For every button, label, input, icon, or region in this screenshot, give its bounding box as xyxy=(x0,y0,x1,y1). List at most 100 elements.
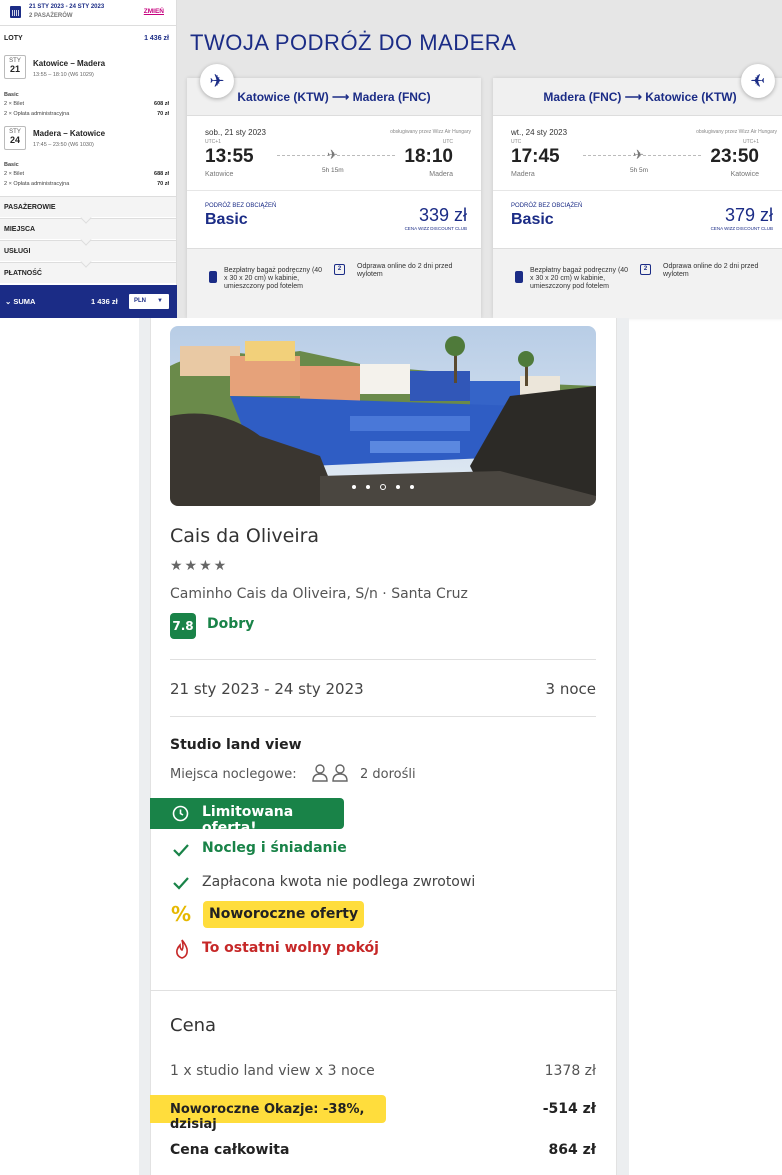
price-line-value: 1378 zł xyxy=(544,1063,596,1079)
plane-icon: ✈ xyxy=(200,64,234,98)
leg1-sub: 13:55 – 18:10 (W6 1029) xyxy=(33,72,94,78)
leg1-fare: Basic xyxy=(4,92,19,98)
sum-label-text: SUMA xyxy=(13,297,36,306)
section-passengers[interactable]: PASAŻEROWIE xyxy=(0,196,176,224)
change-link[interactable]: ZMIEŃ xyxy=(144,8,164,15)
plane-icon: ✈ xyxy=(327,147,338,162)
inbound-fare-label: PODRÓŻ BEZ OBCIĄŻEŃ xyxy=(511,203,583,209)
outbound-flight-card[interactable]: Katowice (KTW) ⟶ Madera (FNC) sob., 21 s… xyxy=(187,78,481,318)
inbound-date: wt., 24 sty 2023 xyxy=(511,128,568,137)
leg2-month: STY xyxy=(9,129,21,135)
divider xyxy=(150,990,617,991)
gallery-dot[interactable] xyxy=(410,485,414,489)
inbound-checkin-info: Odprawa online do 2 dni przed wylotem xyxy=(663,263,759,278)
hotel-address: Caminho Cais da Oliveira, S/n · Santa Cr… xyxy=(170,586,468,602)
promo-discount-value: -514 zł xyxy=(542,1101,596,1117)
leg2-ticket-row: 2 × Bilet 688 zł xyxy=(4,171,169,177)
feature-nonrefundable: Zapłacona kwota nie podlega zwrotowi xyxy=(202,874,476,890)
clock-icon xyxy=(172,805,189,822)
inbound-arr-city: Katowice xyxy=(730,171,759,178)
outbound-utc-arr: UTC xyxy=(442,139,453,145)
leg1-ticket-row: 2 × Bilet 608 zł xyxy=(4,101,169,107)
plane-icon: ✈ xyxy=(633,147,644,162)
outbound-date: sob., 21 sty 2023 xyxy=(205,128,266,137)
leg2-ticket-price: 688 zł xyxy=(154,171,169,177)
outbound-price: 339 zł xyxy=(418,205,467,225)
section-payment-label: PŁATNOŚĆ xyxy=(4,270,42,277)
flights-row: LOTY 1 436 zł xyxy=(4,35,169,42)
total-price-value: 864 zł xyxy=(548,1142,596,1158)
flights-total: 1 436 zł xyxy=(144,35,169,42)
price-heading: Cena xyxy=(170,1015,217,1036)
hotel-name[interactable]: Cais da Oliveira xyxy=(170,525,319,547)
outbound-bag-info: Bezpłatny bagaż podręczny (40 x 30 x 20 … xyxy=(224,267,323,290)
outbound-dep-city: Katowice xyxy=(205,171,234,178)
section-seats-label: MIEJSCA xyxy=(4,226,36,233)
leg1-fee-row: 2 × Opłata administracyjna 70 zł xyxy=(4,111,169,117)
hotel-photo-gallery[interactable] xyxy=(170,326,596,506)
check-icon xyxy=(173,844,189,857)
promo-badge: Noworoczne oferty xyxy=(203,901,365,928)
summary-header: 21 STY 2023 - 24 STY 2023 2 PASAŻERÓW ZM… xyxy=(0,0,176,26)
currency-select[interactable]: PLN ▼ xyxy=(129,294,169,309)
inbound-fare: Basic xyxy=(511,211,554,228)
inbound-utc-arr: UTC+1 xyxy=(743,139,759,145)
flight-booking-panel: 21 STY 2023 - 24 STY 2023 2 PASAŻERÓW ZM… xyxy=(0,0,782,318)
gallery-dot[interactable] xyxy=(352,485,356,489)
inbound-bag-info: Bezpłatny bagaż podręczny (40 x 30 x 20 … xyxy=(530,267,629,290)
leg2-ticket: 2 × Bilet xyxy=(4,171,25,177)
outbound-fare-label: PODRÓŻ BEZ OBCIĄŻEŃ xyxy=(205,203,277,209)
divider xyxy=(493,190,782,191)
inbound-fare-features: Bezpłatny bagaż podręczny (40 x 30 x 20 … xyxy=(493,248,782,318)
leg1-title: Katowice – Madera xyxy=(33,59,106,68)
outbound-fare-features: Bezpłatny bagaż podręczny (40 x 30 x 20 … xyxy=(187,248,481,318)
review-score: 7.8 xyxy=(170,613,196,639)
gallery-dot[interactable] xyxy=(396,485,400,489)
currency-value: PLN xyxy=(134,298,146,304)
inbound-dep-time: 17:45 xyxy=(511,146,560,167)
outbound-arr-time: 18:10 xyxy=(404,146,453,167)
outbound-operator: obsługiwany przez Wizz Air Hungary xyxy=(390,129,471,135)
outbound-utc-dep: UTC+1 xyxy=(205,139,221,145)
inbound-price: 379 zł xyxy=(724,205,773,225)
fire-icon xyxy=(176,939,188,959)
leg1-day: 21 xyxy=(9,64,20,74)
star-rating: ★★★★ xyxy=(170,558,229,574)
limited-offer-badge: Limitowana oferta! xyxy=(150,798,344,836)
outbound-dep-time: 13:55 xyxy=(205,146,254,167)
leg2-fee-price: 70 zł xyxy=(157,181,169,187)
calendar-icon xyxy=(10,6,21,18)
leg1-fee: 2 × Opłata administracyjna xyxy=(4,111,70,117)
sum-value: 1 436 zł xyxy=(91,297,118,306)
inbound-arr-time: 23:50 xyxy=(710,146,759,167)
trip-title: TWOJA PODRÓŻ DO MADERA xyxy=(190,30,517,55)
outbound-duration: 5h 15m xyxy=(322,167,344,174)
review-score-label: Dobry xyxy=(207,616,255,632)
room-name: Studio land view xyxy=(170,737,302,753)
leg2-title: Madera – Katowice xyxy=(33,129,106,138)
leg2-sub: 17:45 – 23:50 (W6 1030) xyxy=(33,142,94,148)
inbound-club-label: CENA WIZZ DISCOUNT CLUB xyxy=(710,226,773,231)
gallery-dot[interactable] xyxy=(366,485,370,489)
adults-icon xyxy=(312,764,348,782)
leg1-month: STY xyxy=(9,58,21,64)
leg2-fee-row: 2 × Opłata administracyjna 70 zł xyxy=(4,181,169,187)
inbound-flight-card[interactable]: Madera (FNC) ⟶ Katowice (KTW) wt., 24 st… xyxy=(493,78,782,318)
bag-icon xyxy=(515,271,523,283)
stay-dates: 21 sty 2023 - 24 sty 2023 xyxy=(170,680,364,698)
last-room-warning: To ostatni wolny pokój xyxy=(202,940,379,956)
caret-down-icon: ▼ xyxy=(157,298,163,304)
inbound-route: Madera (FNC) ⟶ Katowice (KTW) xyxy=(493,78,782,116)
inbound-dep-city: Madera xyxy=(511,171,535,178)
checkin-icon: 2 xyxy=(334,264,345,275)
promo-discount-label: Noworoczne Okazje: -38%, dzisiaj xyxy=(150,1095,386,1132)
feature-breakfast: Nocleg i śniadanie xyxy=(202,840,347,856)
bag-icon xyxy=(209,271,217,283)
section-passengers-label: PASAŻEROWIE xyxy=(4,204,56,211)
passenger-count: 2 PASAŻERÓW xyxy=(29,13,73,19)
outbound-fare: Basic xyxy=(205,211,248,228)
gallery-dot-active[interactable] xyxy=(380,484,386,490)
checkin-icon: 2 xyxy=(640,264,651,275)
leg2-date-box: STY 24 xyxy=(4,126,26,150)
total-price-label: Cena całkowita xyxy=(170,1142,290,1158)
